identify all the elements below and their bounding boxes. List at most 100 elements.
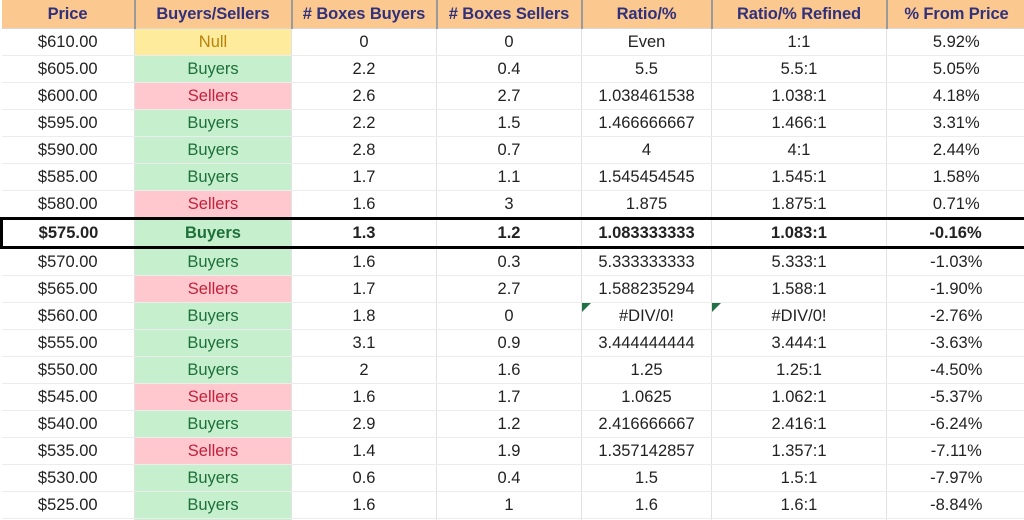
cell-buyers-sellers[interactable]: Buyers: [134, 410, 292, 438]
table-row[interactable]: $560.00 Buyers 1.8 0 #DIV/0! #DIV/0! -2.76%: [1, 302, 1024, 330]
cell-price[interactable]: $530.00: [1, 464, 135, 492]
cell-buyers-sellers[interactable]: Buyers: [134, 356, 292, 384]
cell-pct-from-price[interactable]: -6.24%: [886, 410, 1024, 438]
cell-boxes-sellers[interactable]: 1: [436, 491, 582, 519]
cell-boxes-sellers[interactable]: 1.5: [436, 109, 582, 137]
cell-boxes-sellers[interactable]: 2.7: [436, 82, 582, 110]
cell-pct-from-price[interactable]: 4.18%: [886, 82, 1024, 110]
cell-ratio-refined[interactable]: 1.588:1: [711, 275, 887, 303]
cell-buyers-sellers[interactable]: Buyers: [134, 329, 292, 357]
cell-ratio[interactable]: #DIV/0!: [581, 302, 712, 330]
cell-pct-from-price[interactable]: -3.63%: [886, 329, 1024, 357]
cell-price[interactable]: $600.00: [1, 82, 135, 110]
cell-buyers-sellers[interactable]: Sellers: [134, 82, 292, 110]
cell-ratio-refined[interactable]: 1.357:1: [711, 437, 887, 465]
cell-boxes-sellers[interactable]: 0.4: [436, 464, 582, 492]
cell-boxes-buyers[interactable]: 1.7: [291, 275, 437, 303]
cell-boxes-buyers[interactable]: 1.8: [291, 302, 437, 330]
cell-ratio[interactable]: Even: [581, 28, 712, 56]
column-header-pct-from-price[interactable]: % From Price: [886, 0, 1024, 29]
cell-price[interactable]: $555.00: [1, 329, 135, 357]
cell-ratio[interactable]: 5.333333333: [581, 247, 712, 276]
table-row[interactable]: $585.00 Buyers 1.7 1.1 1.545454545 1.545:1 1.5…: [1, 163, 1024, 191]
cell-price[interactable]: $540.00: [1, 410, 135, 438]
table-row[interactable]: $550.00 Buyers 2 1.6 1.25 1.25:1 -4.50%: [1, 356, 1024, 384]
cell-pct-from-price[interactable]: -0.16%: [886, 217, 1024, 249]
cell-price[interactable]: $605.00: [1, 55, 135, 83]
cell-boxes-buyers[interactable]: 3.1: [291, 329, 437, 357]
table-row[interactable]: $600.00 Sellers 2.6 2.7 1.038461538 1.038:1 4.…: [1, 82, 1024, 110]
cell-boxes-sellers[interactable]: 1.7: [436, 383, 582, 411]
cell-pct-from-price[interactable]: 1.58%: [886, 163, 1024, 191]
cell-boxes-sellers[interactable]: 0.9: [436, 329, 582, 357]
cell-buyers-sellers[interactable]: Buyers: [134, 217, 292, 249]
column-header-price[interactable]: Price: [1, 0, 136, 29]
cell-price[interactable]: $580.00: [1, 190, 135, 219]
cell-boxes-buyers[interactable]: 1.4: [291, 437, 437, 465]
cell-boxes-buyers[interactable]: 1.6: [291, 383, 437, 411]
cell-boxes-buyers[interactable]: 1.6: [291, 491, 437, 519]
cell-price[interactable]: $525.00: [1, 491, 135, 519]
cell-price[interactable]: $560.00: [1, 302, 135, 330]
cell-boxes-buyers[interactable]: 1.7: [291, 163, 437, 191]
cell-boxes-buyers[interactable]: 0.6: [291, 464, 437, 492]
cell-pct-from-price[interactable]: -7.11%: [886, 437, 1024, 465]
cell-buyers-sellers[interactable]: Buyers: [134, 109, 292, 137]
cell-ratio-refined[interactable]: 1.466:1: [711, 109, 887, 137]
cell-boxes-buyers[interactable]: 1.3: [291, 217, 437, 249]
cell-buyers-sellers[interactable]: Buyers: [134, 136, 292, 164]
cell-boxes-buyers[interactable]: 2.8: [291, 136, 437, 164]
cell-boxes-sellers[interactable]: 0.3: [436, 247, 582, 276]
table-row[interactable]: $590.00 Buyers 2.8 0.7 4 4:1 2.44%: [1, 136, 1024, 164]
table-row[interactable]: $575.00 Buyers 1.3 1.2 1.083333333 1.083:1 -0.…: [0, 217, 1024, 249]
column-header-ratio-refined[interactable]: Ratio/% Refined: [711, 0, 888, 29]
cell-boxes-sellers[interactable]: 1.1: [436, 163, 582, 191]
cell-ratio-refined[interactable]: 1.545:1: [711, 163, 887, 191]
cell-ratio-refined[interactable]: 5.5:1: [711, 55, 887, 83]
table-row[interactable]: $540.00 Buyers 2.9 1.2 2.416666667 2.416:1 -6.…: [1, 410, 1024, 438]
cell-ratio-refined[interactable]: 3.444:1: [711, 329, 887, 357]
column-header-ratio[interactable]: Ratio/%: [581, 0, 713, 29]
cell-ratio-refined[interactable]: 1.25:1: [711, 356, 887, 384]
cell-boxes-buyers[interactable]: 2.6: [291, 82, 437, 110]
cell-buyers-sellers[interactable]: Sellers: [134, 437, 292, 465]
cell-ratio[interactable]: 1.588235294: [581, 275, 712, 303]
cell-price[interactable]: $595.00: [1, 109, 135, 137]
table-row[interactable]: $610.00 Null 0 0 Even 1:1 5.92%: [1, 28, 1024, 56]
cell-price[interactable]: $565.00: [1, 275, 135, 303]
cell-ratio-refined[interactable]: 1.5:1: [711, 464, 887, 492]
cell-ratio[interactable]: 1.5: [581, 464, 712, 492]
cell-pct-from-price[interactable]: -1.03%: [886, 247, 1024, 276]
cell-ratio[interactable]: 1.038461538: [581, 82, 712, 110]
cell-ratio[interactable]: 5.5: [581, 55, 712, 83]
cell-ratio[interactable]: 1.875: [581, 190, 712, 219]
cell-price[interactable]: $570.00: [1, 247, 135, 276]
cell-buyers-sellers[interactable]: Buyers: [134, 163, 292, 191]
cell-ratio-refined[interactable]: #DIV/0!: [711, 302, 887, 330]
cell-pct-from-price[interactable]: 0.71%: [886, 190, 1024, 219]
cell-boxes-buyers[interactable]: 1.6: [291, 247, 437, 276]
column-header-buyers-sellers[interactable]: Buyers/Sellers: [134, 0, 293, 29]
cell-buyers-sellers[interactable]: Buyers: [134, 302, 292, 330]
table-row[interactable]: $580.00 Sellers 1.6 3 1.875 1.875:1 0.71%: [1, 190, 1024, 219]
cell-boxes-sellers[interactable]: 3: [436, 190, 582, 219]
cell-ratio-refined[interactable]: 1.6:1: [711, 491, 887, 519]
table-row[interactable]: $535.00 Sellers 1.4 1.9 1.357142857 1.357:1 -7…: [1, 437, 1024, 465]
table-row[interactable]: $565.00 Sellers 1.7 2.7 1.588235294 1.588:1 -1…: [1, 275, 1024, 303]
column-header-boxes-buyers[interactable]: # Boxes Buyers: [291, 0, 438, 29]
cell-ratio[interactable]: 4: [581, 136, 712, 164]
cell-boxes-sellers[interactable]: 1.2: [436, 410, 582, 438]
cell-buyers-sellers[interactable]: Null: [134, 28, 292, 56]
cell-pct-from-price[interactable]: 5.92%: [886, 28, 1024, 56]
table-row[interactable]: $595.00 Buyers 2.2 1.5 1.466666667 1.466:1 3.3…: [1, 109, 1024, 137]
cell-pct-from-price[interactable]: -8.84%: [886, 491, 1024, 519]
cell-boxes-sellers[interactable]: 0: [436, 302, 582, 330]
cell-boxes-sellers[interactable]: 1.6: [436, 356, 582, 384]
cell-ratio-refined[interactable]: 1.038:1: [711, 82, 887, 110]
table-row[interactable]: $530.00 Buyers 0.6 0.4 1.5 1.5:1 -7.97%: [1, 464, 1024, 492]
cell-pct-from-price[interactable]: -5.37%: [886, 383, 1024, 411]
cell-ratio-refined[interactable]: 4:1: [711, 136, 887, 164]
cell-price[interactable]: $610.00: [1, 28, 135, 56]
cell-boxes-sellers[interactable]: 2.7: [436, 275, 582, 303]
cell-boxes-sellers[interactable]: 0.7: [436, 136, 582, 164]
